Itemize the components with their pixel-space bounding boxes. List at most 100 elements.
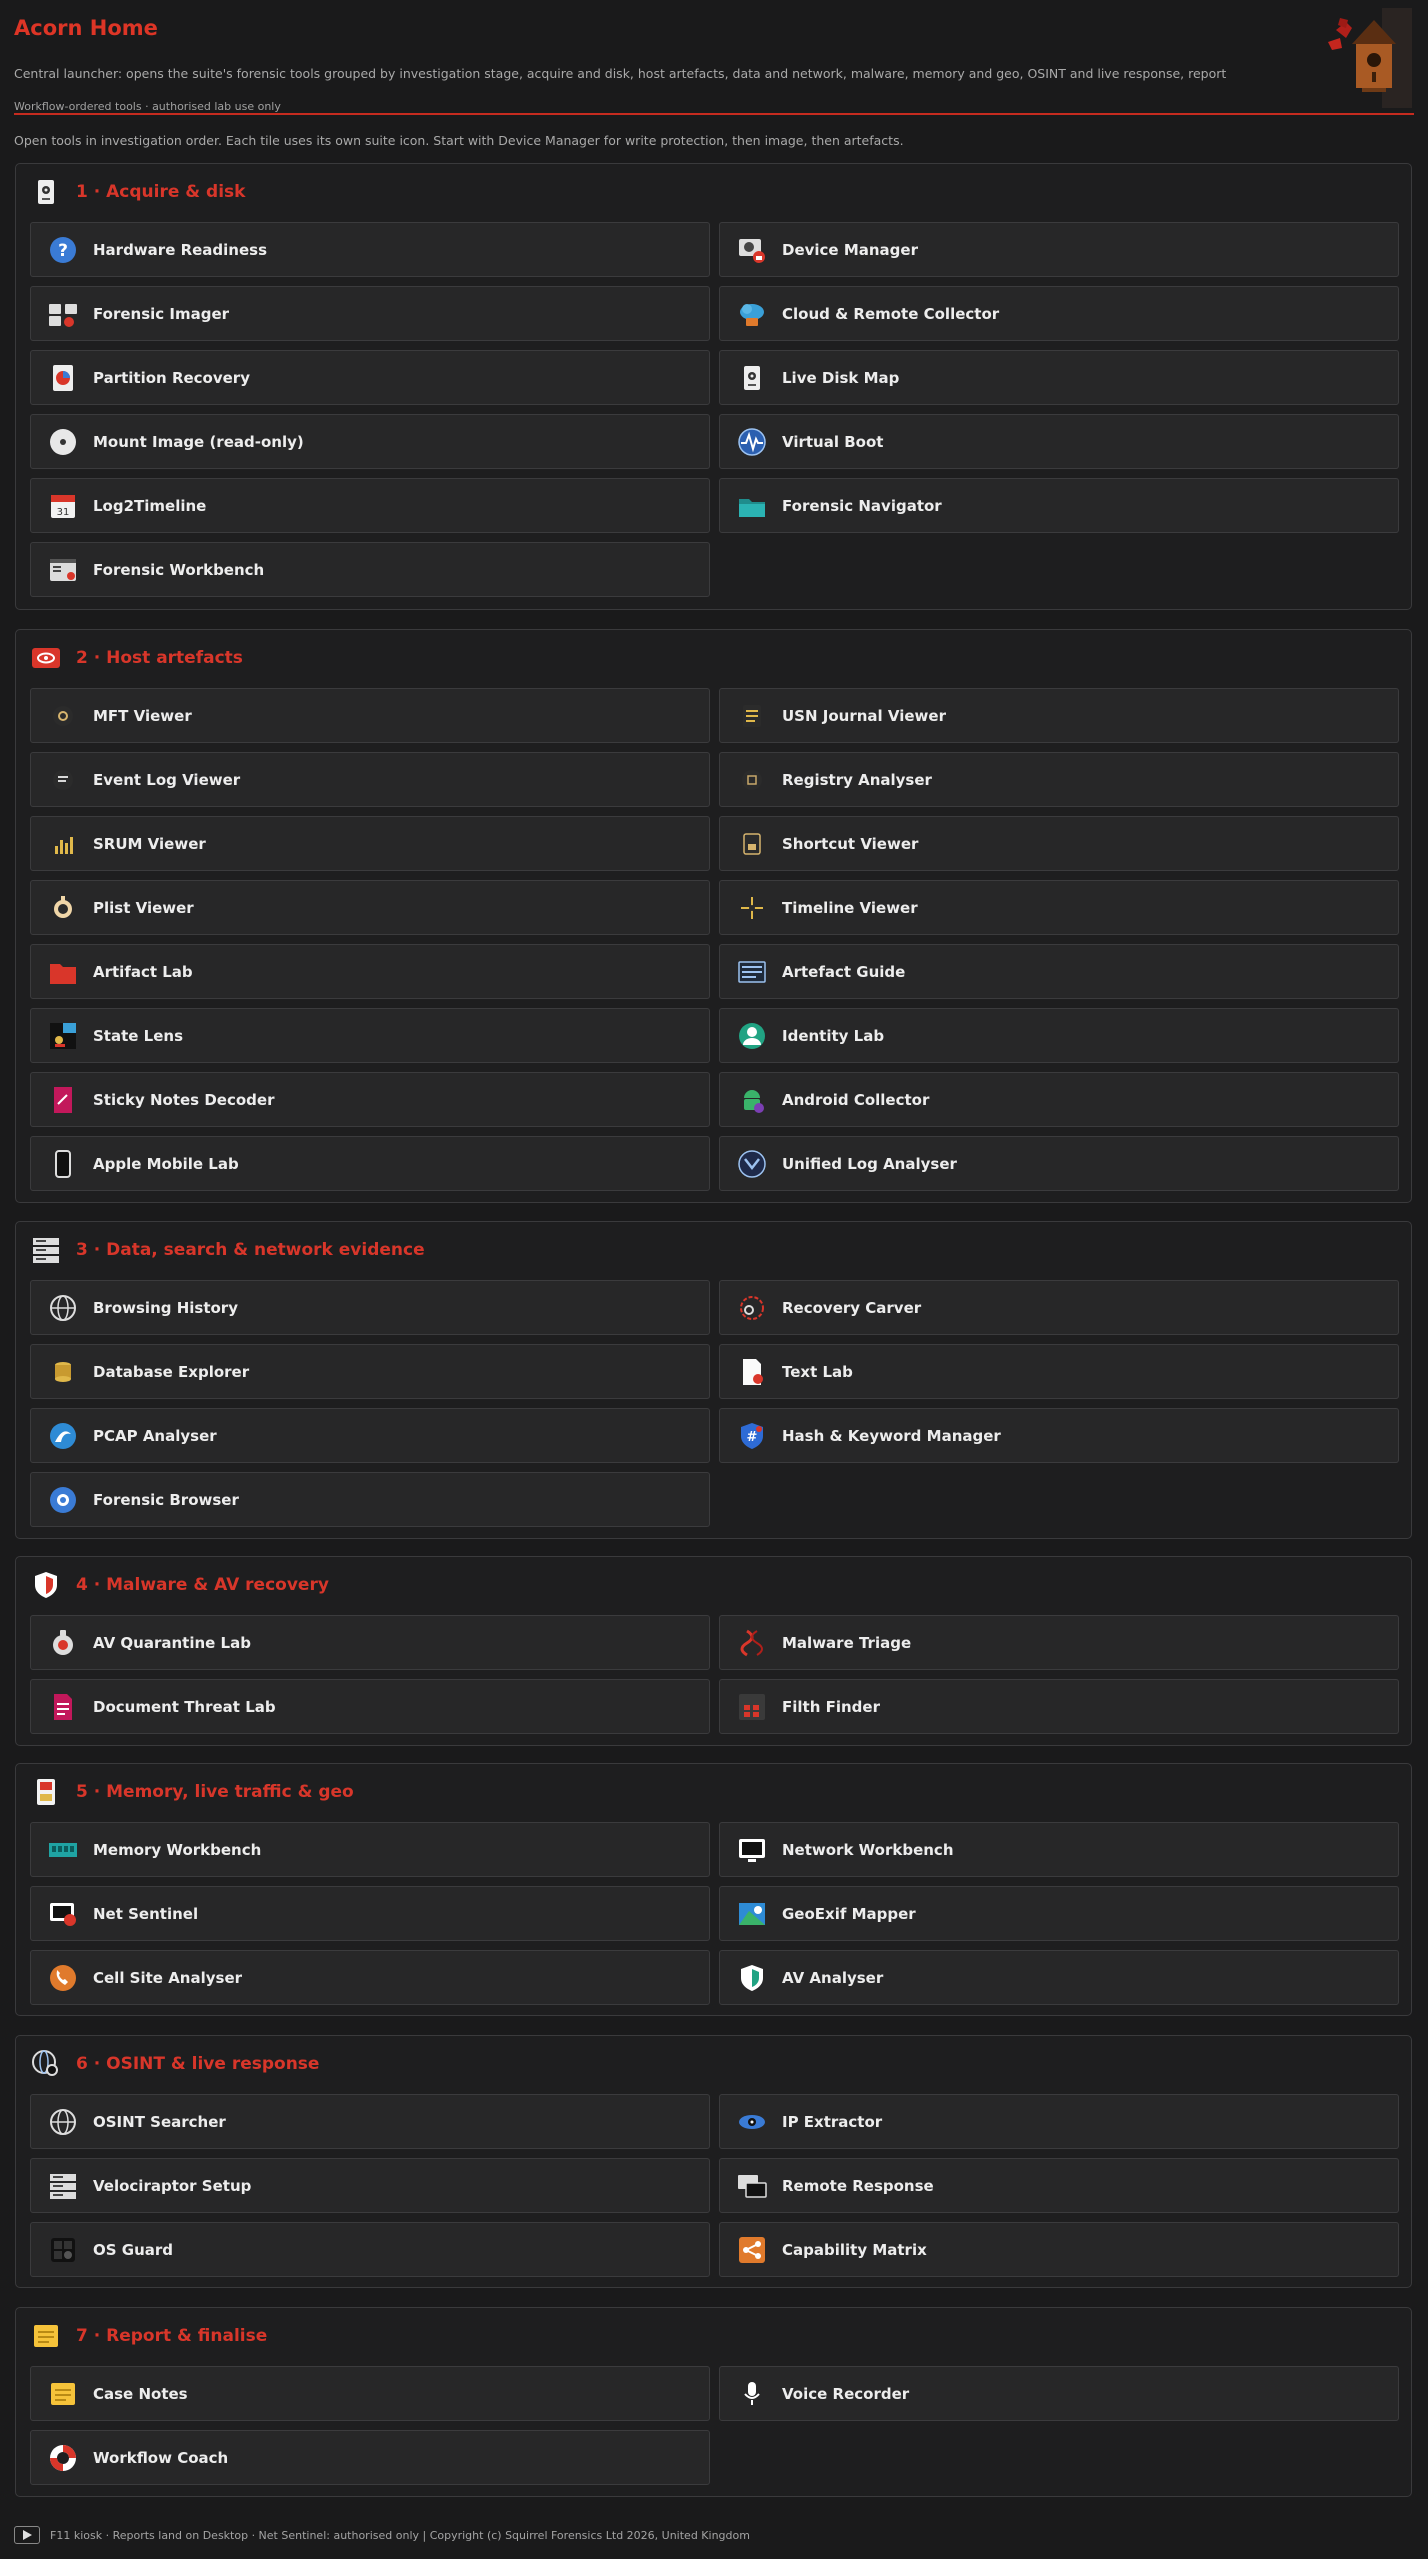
lifebuoy-icon xyxy=(47,2442,79,2474)
tool-tile[interactable]: Virtual Boot xyxy=(719,414,1399,469)
tool-tile[interactable]: Forensic Workbench xyxy=(30,542,710,597)
tool-label: IP Extractor xyxy=(782,2112,883,2131)
magnifier-ring-icon xyxy=(736,1292,768,1324)
tool-label: Unified Log Analyser xyxy=(782,1154,957,1173)
tool-tile[interactable]: OS Guard xyxy=(30,2222,710,2277)
android-icon xyxy=(736,1084,768,1116)
tool-tile[interactable]: Remote Response xyxy=(719,2158,1399,2213)
sd-card-icon xyxy=(30,1776,62,1808)
tool-tile[interactable]: State Lens xyxy=(30,1008,710,1063)
tool-tile[interactable]: Memory Workbench xyxy=(30,1822,710,1877)
tool-tile[interactable]: Text Lab xyxy=(719,1344,1399,1399)
globe-icon xyxy=(47,1292,79,1324)
tool-tile[interactable]: Malware Triage xyxy=(719,1615,1399,1670)
map-icon xyxy=(736,1898,768,1930)
globe-search-icon xyxy=(30,2048,62,2080)
section: 1 · Acquire & disk? Hardware Readiness Dev… xyxy=(15,163,1412,610)
tool-tile[interactable]: SRUM Viewer xyxy=(30,816,710,871)
tool-grid: Memory Workbench Network Workbench Net Sen… xyxy=(30,1822,1399,2005)
svg-text:31: 31 xyxy=(57,507,70,518)
red-folder-icon xyxy=(47,956,79,988)
play-icon[interactable] xyxy=(14,2526,40,2544)
tool-label: Plist Viewer xyxy=(93,898,194,917)
tool-tile[interactable]: Velociraptor Setup xyxy=(30,2158,710,2213)
tool-label: Voice Recorder xyxy=(782,2384,910,2403)
intro-text: Open tools in investigation order. Each … xyxy=(14,133,904,148)
tool-tile[interactable]: Recovery Carver xyxy=(719,1280,1399,1335)
tool-tile[interactable]: Capability Matrix xyxy=(719,2222,1399,2277)
tool-tile[interactable]: Case Notes xyxy=(30,2366,710,2421)
section-header: 2 · Host artefacts xyxy=(30,642,243,674)
tool-tile[interactable]: Registry Analyser xyxy=(719,752,1399,807)
tool-tile[interactable]: Document Threat Lab xyxy=(30,1679,710,1734)
tool-tile[interactable]: ? Hardware Readiness xyxy=(30,222,710,277)
tool-tile[interactable]: PCAP Analyser xyxy=(30,1408,710,1463)
tool-tile[interactable]: Device Manager xyxy=(719,222,1399,277)
app-title: Acorn Home xyxy=(14,16,158,40)
tool-label: Log2Timeline xyxy=(93,496,207,515)
tool-label: Capability Matrix xyxy=(782,2240,927,2259)
database-icon xyxy=(47,1356,79,1388)
tool-tile[interactable]: Browsing History xyxy=(30,1280,710,1335)
crosshair-icon xyxy=(736,892,768,924)
optical-disc-icon xyxy=(47,426,79,458)
tool-label: Event Log Viewer xyxy=(93,770,241,789)
tool-tile[interactable]: OSINT Searcher xyxy=(30,2094,710,2149)
svg-text:?: ? xyxy=(58,241,68,261)
tool-tile[interactable]: Cloud & Remote Collector xyxy=(719,286,1399,341)
tool-tile[interactable]: IP Extractor xyxy=(719,2094,1399,2149)
tool-label: Forensic Navigator xyxy=(782,496,942,515)
guide-screen-icon xyxy=(736,956,768,988)
tool-tile[interactable]: Apple Mobile Lab xyxy=(30,1136,710,1191)
tool-label: USN Journal Viewer xyxy=(782,706,946,725)
tool-tile[interactable]: Timeline Viewer xyxy=(719,880,1399,935)
tool-tile[interactable]: Plist Viewer xyxy=(30,880,710,935)
shark-fin-icon xyxy=(47,1420,79,1452)
tool-tile[interactable]: Artefact Guide xyxy=(719,944,1399,999)
tool-label: State Lens xyxy=(93,1026,183,1045)
tool-grid: MFT Viewer USN Journal Viewer Event Log Vi… xyxy=(30,688,1399,1191)
dna-icon xyxy=(736,1627,768,1659)
tool-tile[interactable]: Database Explorer xyxy=(30,1344,710,1399)
tool-label: Hardware Readiness xyxy=(93,240,268,259)
tool-tile[interactable]: 31 Log2Timeline xyxy=(30,478,710,533)
tool-tile[interactable]: AV Analyser xyxy=(719,1950,1399,2005)
tool-tile[interactable]: Unified Log Analyser xyxy=(719,1136,1399,1191)
tool-tile[interactable]: Android Collector xyxy=(719,1072,1399,1127)
tool-tile[interactable]: Voice Recorder xyxy=(719,2366,1399,2421)
tool-tile[interactable]: MFT Viewer xyxy=(30,688,710,743)
tool-tile[interactable]: Filth Finder xyxy=(719,1679,1399,1734)
shortcut-icon xyxy=(736,828,768,860)
tool-tile[interactable]: Forensic Navigator xyxy=(719,478,1399,533)
tool-tile[interactable]: Cell Site Analyser xyxy=(30,1950,710,2005)
tool-tile[interactable]: Artifact Lab xyxy=(30,944,710,999)
app-subtitle: Central launcher: opens the suite's fore… xyxy=(14,66,1227,81)
tool-tile[interactable]: Shortcut Viewer xyxy=(719,816,1399,871)
disk-drive-icon xyxy=(30,176,62,208)
tool-label: Text Lab xyxy=(782,1362,853,1381)
tool-label: Cell Site Analyser xyxy=(93,1968,243,1987)
tool-grid: OSINT Searcher IP Extractor Velociraptor S… xyxy=(30,2094,1399,2277)
tool-tile[interactable]: Live Disk Map xyxy=(719,350,1399,405)
tool-tile[interactable]: Network Workbench xyxy=(719,1822,1399,1877)
tool-tile[interactable]: Partition Recovery xyxy=(30,350,710,405)
tool-label: Document Threat Lab xyxy=(93,1697,276,1716)
tool-tile[interactable]: Workflow Coach xyxy=(30,2430,710,2485)
tool-tile[interactable]: Sticky Notes Decoder xyxy=(30,1072,710,1127)
device-lock-icon xyxy=(736,234,768,266)
tool-tile[interactable]: Identity Lab xyxy=(719,1008,1399,1063)
tool-tile[interactable]: GeoExif Mapper xyxy=(719,1886,1399,1941)
tool-tile[interactable]: # Hash & Keyword Manager xyxy=(719,1408,1399,1463)
tool-tile[interactable]: AV Quarantine Lab xyxy=(30,1615,710,1670)
tool-tile[interactable]: Net Sentinel xyxy=(30,1886,710,1941)
cloud-icon xyxy=(736,298,768,330)
eye-badge-icon xyxy=(30,642,62,674)
tool-label: Forensic Workbench xyxy=(93,560,265,579)
tool-tile[interactable]: Forensic Imager xyxy=(30,286,710,341)
tool-label: GeoExif Mapper xyxy=(782,1904,916,1923)
tool-tile[interactable]: USN Journal Viewer xyxy=(719,688,1399,743)
tool-tile[interactable]: Forensic Browser xyxy=(30,1472,710,1527)
tool-tile[interactable]: Event Log Viewer xyxy=(30,752,710,807)
tool-tile[interactable]: Mount Image (read-only) xyxy=(30,414,710,469)
tool-label: Apple Mobile Lab xyxy=(93,1154,239,1173)
